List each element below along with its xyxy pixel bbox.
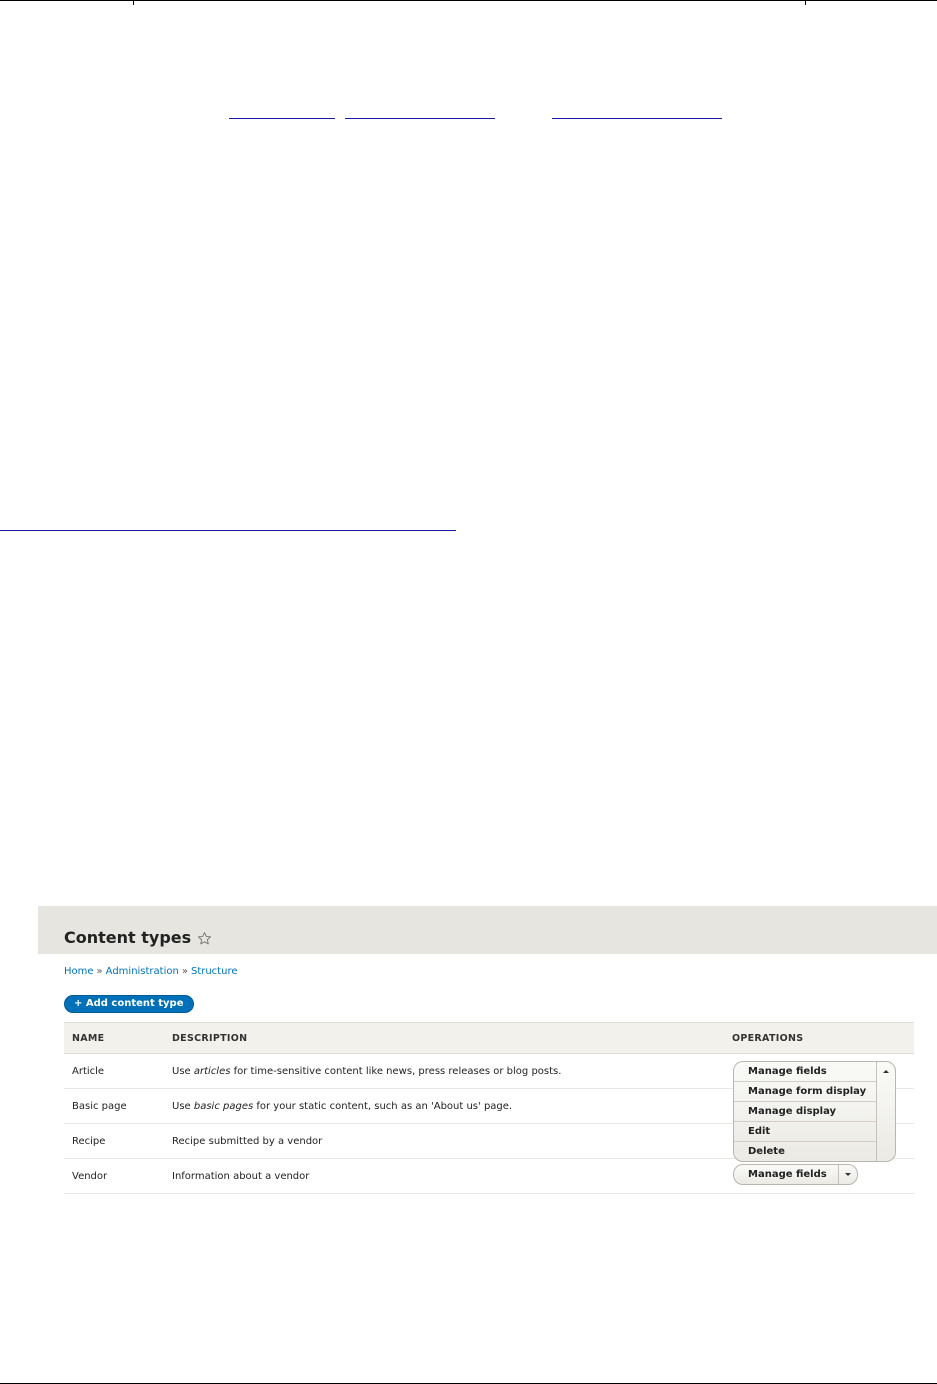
- dropbutton-toggle[interactable]: [838, 1165, 857, 1184]
- menu-item-edit[interactable]: Edit: [734, 1121, 876, 1141]
- link-underline-3[interactable]: [552, 118, 722, 119]
- dropbutton-toggle[interactable]: [876, 1062, 895, 1161]
- caret-down-icon: [845, 1173, 851, 1176]
- breadcrumb-administration[interactable]: Administration: [106, 966, 179, 977]
- row-name: Vendor: [64, 1158, 164, 1194]
- link-underline-1[interactable]: [229, 118, 335, 119]
- caret-up-icon: [883, 1070, 889, 1073]
- row-description: Recipe submitted by a vendor: [164, 1123, 724, 1159]
- top-rule-tick-left: [133, 0, 134, 5]
- row-description: Use basic pages for your static content,…: [164, 1088, 724, 1124]
- add-content-type-button[interactable]: + Add content type: [64, 995, 194, 1013]
- menu-item-manage-fields[interactable]: Manage fields: [734, 1062, 876, 1081]
- link-underline-4[interactable]: [0, 530, 456, 531]
- page-title: Content types: [64, 928, 192, 947]
- breadcrumb-home[interactable]: Home: [64, 966, 94, 977]
- table-header-row: NAME DESCRIPTION OPERATIONS: [64, 1022, 914, 1054]
- breadcrumb: Home» Administration» Structure: [64, 966, 238, 977]
- operations-dropbutton: Manage fields: [733, 1164, 858, 1185]
- column-header-operations: OPERATIONS: [724, 1022, 914, 1054]
- breadcrumb-structure[interactable]: Structure: [191, 966, 238, 977]
- column-header-name[interactable]: NAME: [64, 1022, 164, 1054]
- manage-fields-button[interactable]: Manage fields: [734, 1165, 838, 1184]
- menu-item-delete[interactable]: Delete: [734, 1141, 876, 1161]
- top-rule-tick-right: [805, 0, 806, 5]
- row-description: Information about a vendor: [164, 1158, 724, 1194]
- row-description: Use articles for time-sensitive content …: [164, 1053, 724, 1089]
- row-name: Article: [64, 1053, 164, 1089]
- content-types-screenshot: Content types Home» Administration» Struct…: [38, 906, 937, 1206]
- menu-item-manage-form-display[interactable]: Manage form display: [734, 1081, 876, 1101]
- top-rule: [0, 0, 937, 1]
- star-icon[interactable]: [197, 931, 212, 946]
- page-title-wrapper: Content types: [64, 928, 212, 947]
- row-name: Basic page: [64, 1088, 164, 1124]
- breadcrumb-separator: »: [181, 966, 188, 977]
- operations-dropbutton-open: Manage fields Manage form display Manage…: [733, 1061, 896, 1162]
- row-name: Recipe: [64, 1123, 164, 1159]
- link-underline-2[interactable]: [345, 118, 495, 119]
- column-header-description: DESCRIPTION: [164, 1022, 724, 1054]
- menu-item-manage-display[interactable]: Manage display: [734, 1101, 876, 1121]
- breadcrumb-separator: »: [96, 966, 103, 977]
